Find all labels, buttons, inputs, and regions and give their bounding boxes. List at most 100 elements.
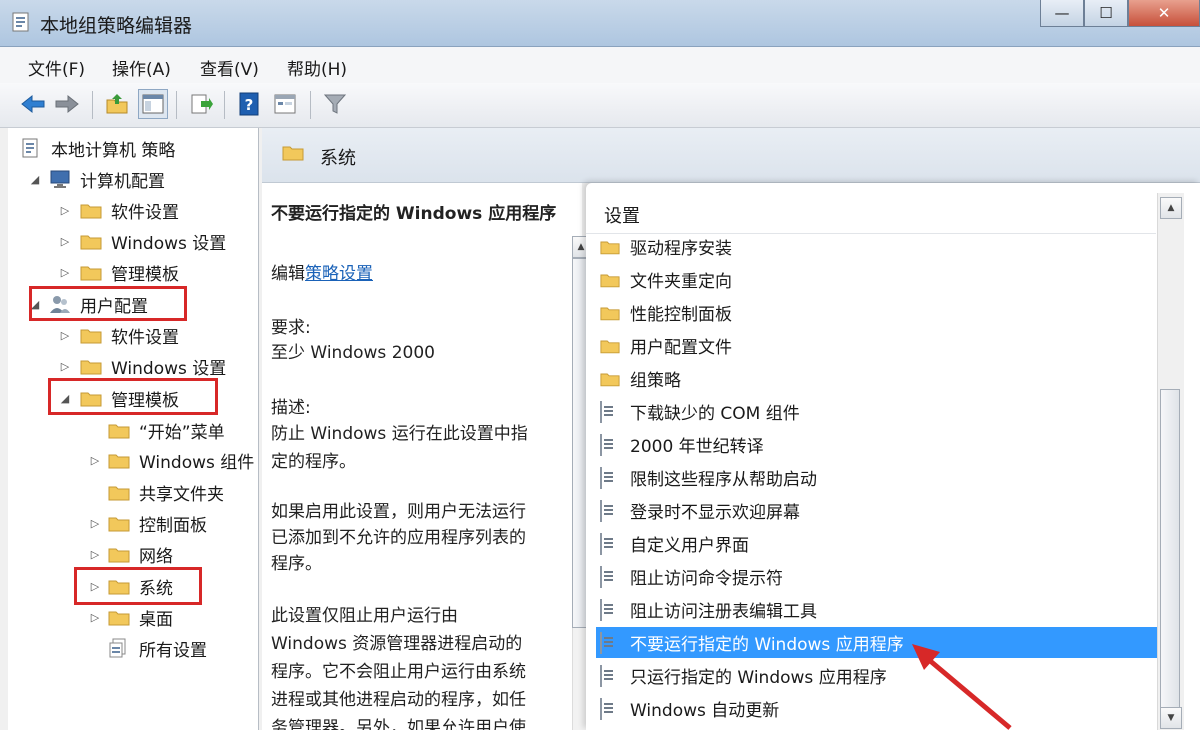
menu-help[interactable]: 帮助(H): [287, 55, 347, 80]
folder-icon: [108, 548, 130, 562]
collapsed-arrow-icon[interactable]: ▷: [88, 454, 102, 467]
tree-item-all-settings[interactable]: 所有设置: [108, 634, 207, 662]
tree-label-network: 网络: [139, 546, 173, 567]
tree-item-control-panel[interactable]: ▷ 控制面板: [88, 509, 207, 537]
up-folder-icon[interactable]: [102, 89, 132, 119]
list-item-label: 2000 年世纪转译: [630, 437, 764, 457]
tree-label-uc-windows: Windows 设置: [111, 358, 227, 379]
column-header-settings[interactable]: 设置: [586, 193, 1156, 234]
tree-item-uc-software[interactable]: ▷ 软件设置: [58, 321, 179, 349]
scroll-up-icon[interactable]: ▲: [1160, 197, 1182, 219]
tree-item-cc-windows[interactable]: ▷ Windows 设置: [58, 227, 227, 255]
minimize-button[interactable]: —: [1040, 0, 1084, 27]
list-item-label: 阻止访问命令提示符: [630, 569, 783, 589]
policy-settings-link[interactable]: 策略设置: [305, 264, 373, 284]
list-item[interactable]: 登录时不显示欢迎屏幕: [596, 495, 1158, 526]
folder-icon: [600, 274, 620, 287]
tree-item-start-menu[interactable]: “开始”菜单: [108, 416, 225, 444]
tree-root[interactable]: 本地计算机 策略: [20, 134, 175, 162]
expanded-arrow-icon[interactable]: ◢: [28, 173, 42, 186]
list-item[interactable]: 阻止访问命令提示符: [596, 561, 1158, 592]
annotation-box-admin-templates: [48, 378, 218, 415]
tree-item-desktop[interactable]: ▷ 桌面: [88, 603, 173, 631]
list-item[interactable]: 自定义用户界面: [596, 528, 1158, 559]
list-item-label: Windows 自动更新: [630, 701, 780, 721]
scroll-down-icon[interactable]: ▼: [1160, 707, 1182, 729]
description-text-8: 程序。它不会阻止用户运行由系统: [271, 662, 526, 682]
back-icon[interactable]: [18, 89, 48, 119]
list-item[interactable]: 性能控制面板: [596, 297, 1158, 328]
policy-setting-icon: [600, 631, 613, 654]
list-item[interactable]: 组策略: [596, 363, 1158, 394]
policy-setting-icon: [600, 532, 613, 555]
list-item[interactable]: 用户配置文件: [596, 330, 1158, 361]
description-text-1: 防止 Windows 运行在此设置中指: [271, 424, 528, 444]
policy-setting-icon: [600, 664, 613, 687]
tree-item-shared-folders[interactable]: 共享文件夹: [108, 478, 224, 506]
folder-icon: [108, 517, 130, 531]
menu-bar: 文件(F) 操作(A) 查看(V) 帮助(H): [0, 47, 1200, 83]
policy-setting-icon: [600, 598, 613, 621]
forward-icon[interactable]: [52, 89, 82, 119]
collapsed-arrow-icon[interactable]: ▷: [58, 235, 72, 248]
collapsed-arrow-icon[interactable]: ▷: [58, 204, 72, 217]
menu-action[interactable]: 操作(A): [112, 55, 171, 80]
tree-item-cc-admin[interactable]: ▷ 管理模板: [58, 258, 179, 286]
folder-icon: [80, 329, 102, 343]
list-scrollbar[interactable]: ▲ ▼: [1157, 193, 1184, 730]
list-item[interactable]: 只运行指定的 Windows 应用程序: [596, 660, 1158, 691]
collapsed-arrow-icon[interactable]: ▷: [88, 611, 102, 624]
tree-item-computer-config[interactable]: ◢ 计算机配置: [28, 165, 165, 193]
list-item-label: 组策略: [630, 371, 681, 391]
toolbar-separator: [224, 91, 225, 119]
toolbar: ?: [0, 83, 1200, 128]
menu-file[interactable]: 文件(F): [28, 55, 85, 80]
close-button[interactable]: ✕: [1128, 0, 1200, 27]
collapsed-arrow-icon[interactable]: ▷: [58, 360, 72, 373]
list-item-label: 下载缺少的 COM 组件: [630, 404, 800, 424]
export-list-icon[interactable]: [186, 89, 216, 119]
collapsed-arrow-icon[interactable]: ▷: [88, 548, 102, 561]
list-item[interactable]: 限制这些程序从帮助启动: [596, 462, 1158, 493]
folder-icon: [282, 146, 304, 161]
list-item-selected[interactable]: 不要运行指定的 Windows 应用程序: [596, 627, 1158, 658]
collapsed-arrow-icon[interactable]: ▷: [88, 517, 102, 530]
folder-icon: [600, 241, 620, 254]
properties-icon[interactable]: [270, 89, 300, 119]
list-item-label: 用户配置文件: [630, 338, 732, 358]
list-item[interactable]: 驱动程序安装: [596, 231, 1158, 262]
tree-item-uc-windows[interactable]: ▷ Windows 设置: [58, 352, 227, 380]
tree-label-windows-components: Windows 组件: [139, 452, 255, 473]
list-item[interactable]: 阻止访问注册表编辑工具: [596, 594, 1158, 625]
maximize-button[interactable]: ☐: [1084, 0, 1128, 27]
list-item[interactable]: 文件夹重定向: [596, 264, 1158, 295]
collapsed-arrow-icon[interactable]: ▷: [58, 329, 72, 342]
tree-item-cc-software[interactable]: ▷ 软件设置: [58, 196, 179, 224]
list-item-label: 驱动程序安装: [630, 239, 732, 259]
folder-icon: [600, 307, 620, 320]
tree-label-start-menu: “开始”菜单: [139, 422, 225, 443]
tree-item-windows-components[interactable]: ▷ Windows 组件: [88, 446, 255, 474]
menu-view[interactable]: 查看(V): [200, 55, 259, 80]
help-icon[interactable]: ?: [234, 89, 264, 119]
list-item-label: 自定义用户界面: [630, 536, 749, 556]
annotation-box-system: [74, 567, 202, 605]
folder-icon: [80, 235, 102, 249]
tree-item-network[interactable]: ▷ 网络: [88, 540, 173, 568]
list-item-label: 不要运行指定的 Windows 应用程序: [630, 635, 904, 655]
tree-label-desktop: 桌面: [139, 609, 173, 630]
policy-setting-icon: [600, 433, 613, 456]
list-item-label: 阻止访问注册表编辑工具: [630, 602, 817, 622]
list-item[interactable]: 下载缺少的 COM 组件: [596, 396, 1158, 427]
toolbar-separator: [92, 91, 93, 119]
scroll-thumb[interactable]: [1160, 389, 1180, 719]
list-item[interactable]: Windows 自动更新: [596, 693, 1158, 724]
description-pane: 不要运行指定的 Windows 应用程序 编辑策略设置 要求: 至少 Windo…: [262, 183, 582, 730]
show-hide-tree-icon[interactable]: [138, 89, 168, 119]
policy-title: 不要运行指定的 Windows 应用程序: [271, 204, 557, 224]
collapsed-arrow-icon[interactable]: ▷: [58, 266, 72, 279]
filter-icon[interactable]: [320, 89, 350, 119]
tree-label-uc-software: 软件设置: [111, 327, 179, 348]
window-controls: — ☐ ✕: [1040, 0, 1200, 28]
list-item[interactable]: 2000 年世纪转译: [596, 429, 1158, 460]
